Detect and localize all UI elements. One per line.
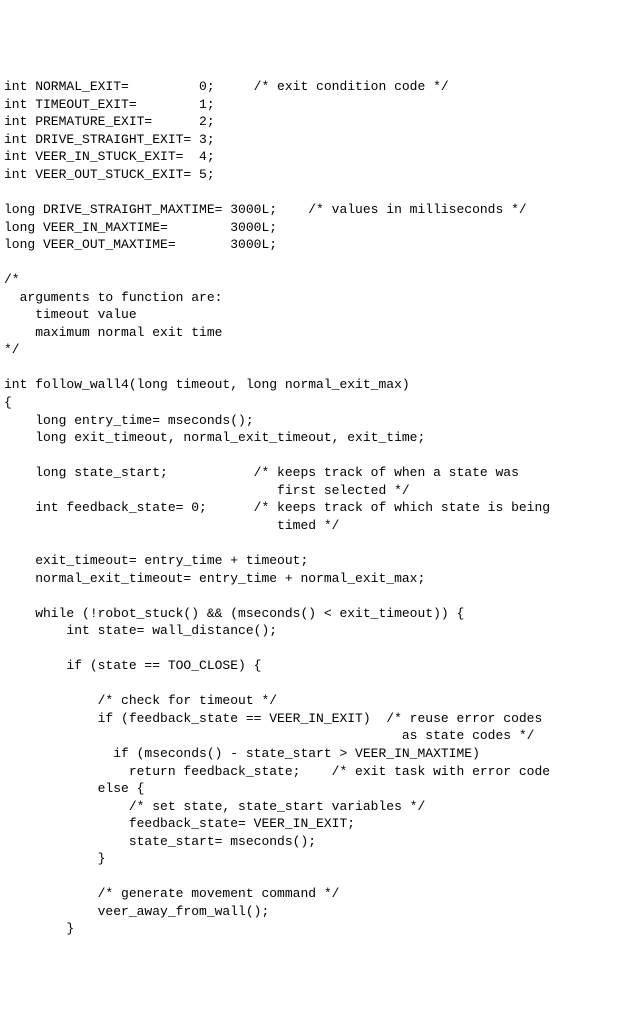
code-line: /* — [4, 272, 20, 287]
code-line: int DRIVE_STRAIGHT_EXIT= 3; — [4, 132, 215, 147]
code-line: } — [4, 921, 74, 936]
code-line: as state codes */ — [4, 728, 535, 743]
code-line: else { — [4, 781, 144, 796]
code-line: timed */ — [4, 518, 339, 533]
code-line: long VEER_OUT_MAXTIME= 3000L; — [4, 237, 277, 252]
code-line: exit_timeout= entry_time + timeout; — [4, 553, 308, 568]
code-line: int NORMAL_EXIT= 0; /* exit condition co… — [4, 79, 449, 94]
code-line: int TIMEOUT_EXIT= 1; — [4, 97, 215, 112]
code-line: arguments to function are: — [4, 290, 222, 305]
code-line: if (state == TOO_CLOSE) { — [4, 658, 261, 673]
code-line: long DRIVE_STRAIGHT_MAXTIME= 3000L; /* v… — [4, 202, 527, 217]
code-line: int VEER_OUT_STUCK_EXIT= 5; — [4, 167, 215, 182]
code-line: veer_away_from_wall(); — [4, 904, 269, 919]
code-line: timeout value — [4, 307, 137, 322]
code-line: { — [4, 395, 12, 410]
source-code-block: int NORMAL_EXIT= 0; /* exit condition co… — [4, 78, 632, 938]
code-line: return feedback_state; /* exit task with… — [4, 764, 550, 779]
code-line: int state= wall_distance(); — [4, 623, 277, 638]
code-line: } — [4, 851, 105, 866]
code-line: /* set state, state_start variables */ — [4, 799, 425, 814]
code-line: first selected */ — [4, 483, 410, 498]
code-line: long entry_time= mseconds(); — [4, 413, 254, 428]
code-line: long exit_timeout, normal_exit_timeout, … — [4, 430, 425, 445]
code-line: long VEER_IN_MAXTIME= 3000L; — [4, 220, 277, 235]
code-line: int feedback_state= 0; /* keeps track of… — [4, 500, 550, 515]
code-line: int VEER_IN_STUCK_EXIT= 4; — [4, 149, 215, 164]
code-line: normal_exit_timeout= entry_time + normal… — [4, 571, 425, 586]
code-line: long state_start; /* keeps track of when… — [4, 465, 519, 480]
code-line: int follow_wall4(long timeout, long norm… — [4, 377, 410, 392]
code-line: state_start= mseconds(); — [4, 834, 316, 849]
code-line: if (feedback_state == VEER_IN_EXIT) /* r… — [4, 711, 542, 726]
code-line: */ — [4, 342, 20, 357]
code-line: /* check for timeout */ — [4, 693, 277, 708]
code-line: /* generate movement command */ — [4, 886, 339, 901]
code-line: maximum normal exit time — [4, 325, 222, 340]
code-line: if (mseconds() - state_start > VEER_IN_M… — [4, 746, 480, 761]
code-line: int PREMATURE_EXIT= 2; — [4, 114, 215, 129]
code-line: while (!robot_stuck() && (mseconds() < e… — [4, 606, 464, 621]
code-line: feedback_state= VEER_IN_EXIT; — [4, 816, 355, 831]
